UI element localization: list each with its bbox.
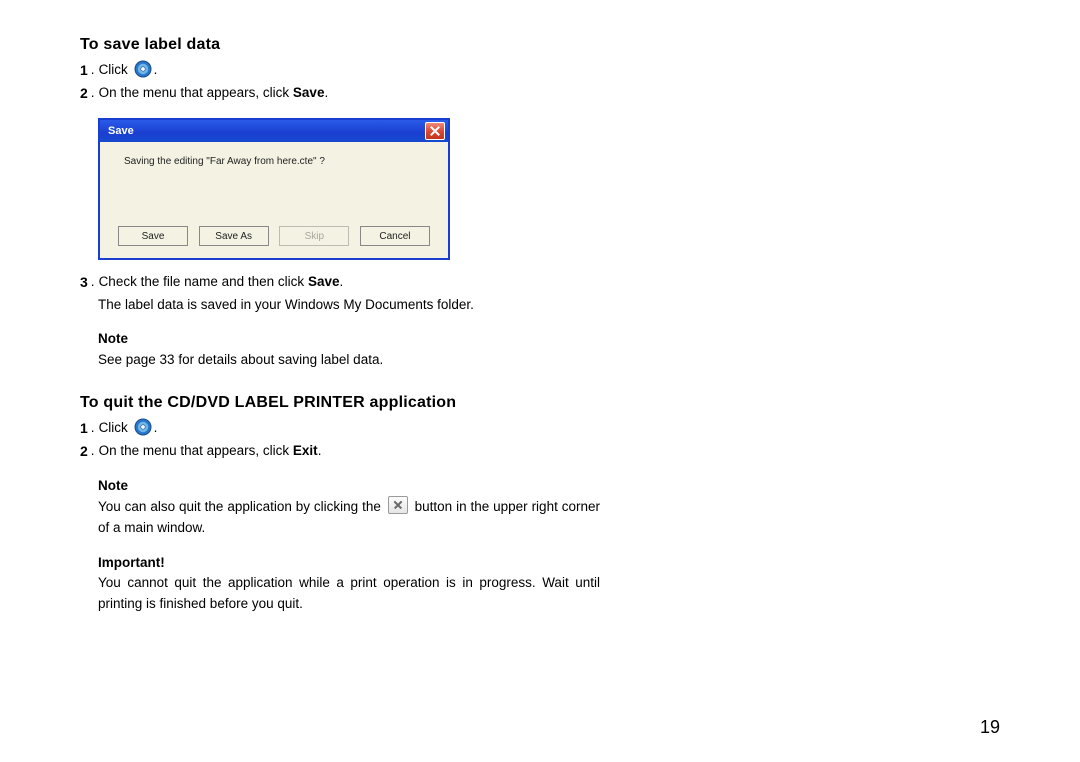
step-text-b: . bbox=[324, 85, 328, 100]
step-text: Click bbox=[99, 62, 132, 77]
step-1b: 1 . Click . bbox=[80, 418, 600, 439]
content-column: To save label data 1 . Click . 2 . On th… bbox=[80, 36, 600, 615]
page-number: 19 bbox=[980, 717, 1000, 738]
step-1: 1 . Click . bbox=[80, 60, 600, 81]
disc-icon bbox=[134, 418, 152, 436]
step-number: 1 bbox=[80, 418, 88, 439]
note-text-2: You can also quit the application by cli… bbox=[98, 496, 600, 539]
step-period: . bbox=[91, 272, 95, 292]
note-text-2a: You can also quit the application by cli… bbox=[98, 499, 385, 514]
step-bold: Exit bbox=[293, 443, 318, 458]
step-period: . bbox=[91, 441, 95, 461]
note-label: Note bbox=[98, 329, 600, 349]
step-text-a: On the menu that appears, click bbox=[99, 443, 293, 458]
manual-page: To save label data 1 . Click . 2 . On th… bbox=[0, 0, 1080, 762]
step-text-b: . bbox=[318, 443, 322, 458]
step-after: . bbox=[154, 62, 158, 77]
step-body: Check the file name and then click Save. bbox=[99, 272, 600, 292]
important-label: Important! bbox=[98, 553, 600, 573]
heading-save-label-data: To save label data bbox=[80, 36, 600, 54]
important-text: You cannot quit the application while a … bbox=[98, 573, 600, 615]
step-body: On the menu that appears, click Save. bbox=[99, 83, 600, 103]
step-body: Click . bbox=[99, 60, 600, 80]
dialog-message: Saving the editing "Far Away from here.c… bbox=[124, 156, 325, 167]
step-3: 3 . Check the file name and then click S… bbox=[80, 272, 600, 293]
step-bold: Save bbox=[293, 85, 325, 100]
dialog-title: Save bbox=[108, 125, 425, 137]
step-3-sub: The label data is saved in your Windows … bbox=[98, 295, 600, 315]
step-period: . bbox=[91, 60, 95, 80]
save-as-button[interactable]: Save As bbox=[199, 226, 269, 246]
close-icon bbox=[388, 496, 408, 514]
dialog-body: Saving the editing "Far Away from here.c… bbox=[100, 142, 448, 258]
step-bold: Save bbox=[308, 274, 340, 289]
step-text: Click bbox=[99, 420, 132, 435]
step-body: Click . bbox=[99, 418, 600, 438]
skip-button: Skip bbox=[279, 226, 349, 246]
step-body: On the menu that appears, click Exit. bbox=[99, 441, 600, 461]
step-period: . bbox=[91, 418, 95, 438]
disc-icon bbox=[134, 60, 152, 78]
step-number: 2 bbox=[80, 441, 88, 462]
heading-quit-app: To quit the CD/DVD LABEL PRINTER applica… bbox=[80, 394, 600, 412]
step-2b: 2 . On the menu that appears, click Exit… bbox=[80, 441, 600, 462]
dialog-button-row: Save Save As Skip Cancel bbox=[118, 226, 430, 246]
step-period: . bbox=[91, 83, 95, 103]
cancel-button[interactable]: Cancel bbox=[360, 226, 430, 246]
step-number: 1 bbox=[80, 60, 88, 81]
step-2: 2 . On the menu that appears, click Save… bbox=[80, 83, 600, 104]
save-dialog: Save Saving the editing "Far Away from h… bbox=[98, 118, 450, 260]
step-text-a: On the menu that appears, click bbox=[99, 85, 293, 100]
note-text: See page 33 for details about saving lab… bbox=[98, 350, 600, 370]
step-number: 3 bbox=[80, 272, 88, 293]
step-after: . bbox=[154, 420, 158, 435]
dialog-titlebar: Save bbox=[100, 120, 448, 142]
step-text-a: Check the file name and then click bbox=[99, 274, 308, 289]
step-text-b: . bbox=[339, 274, 343, 289]
save-button[interactable]: Save bbox=[118, 226, 188, 246]
close-icon[interactable] bbox=[425, 122, 445, 140]
step-number: 2 bbox=[80, 83, 88, 104]
note-label-2: Note bbox=[98, 476, 600, 496]
